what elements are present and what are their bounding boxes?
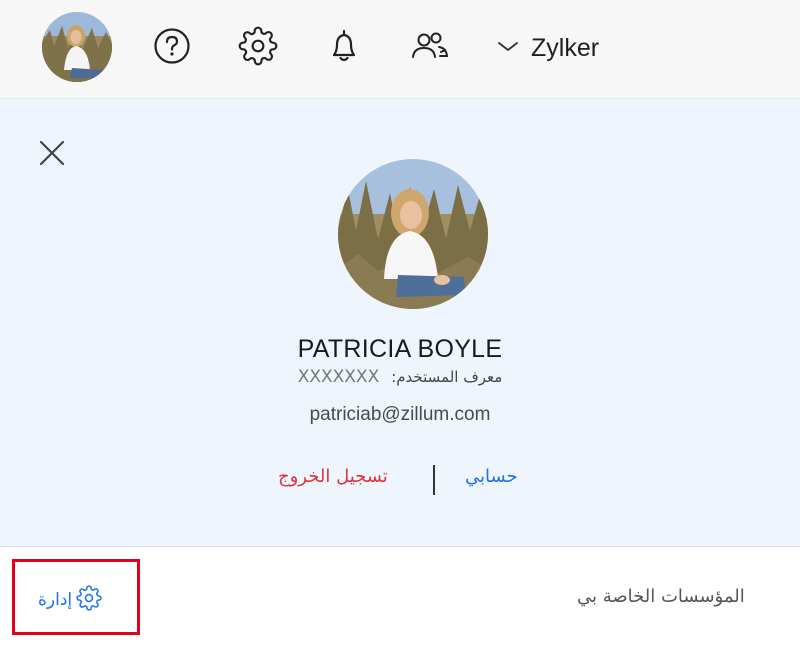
gear-icon[interactable] xyxy=(238,26,278,66)
user-id-row: XXXXXXX معرف المستخدم: xyxy=(0,367,800,387)
manage-label: إدارة xyxy=(38,590,73,610)
close-icon[interactable] xyxy=(36,137,68,169)
users-icon[interactable] xyxy=(410,26,450,66)
sign-out-link[interactable]: تسجيل الخروج xyxy=(278,466,388,487)
profile-panel: PATRICIA BOYLE XXXXXXX معرف المستخدم: pa… xyxy=(0,99,800,547)
user-name: PATRICIA BOYLE xyxy=(297,335,503,363)
user-email: patriciab@zillum.com xyxy=(309,404,491,425)
help-icon[interactable] xyxy=(152,26,192,66)
org-name: Zylker xyxy=(531,33,600,62)
top-bar: Zylker xyxy=(0,0,800,99)
link-divider xyxy=(433,465,435,495)
user-avatar[interactable] xyxy=(42,12,112,82)
profile-photo xyxy=(338,159,488,309)
chevron-down-icon xyxy=(497,39,519,58)
gear-icon xyxy=(76,585,102,615)
my-organizations-label: المؤسسات الخاصة بي xyxy=(577,586,745,607)
user-id-label: معرف المستخدم: xyxy=(391,368,503,386)
my-account-link[interactable]: حسابي xyxy=(465,466,518,487)
bell-icon[interactable] xyxy=(324,26,364,66)
org-switcher[interactable]: Zylker xyxy=(497,30,599,66)
manage-button[interactable]: إدارة xyxy=(38,585,102,615)
user-id-value: XXXXXXX xyxy=(297,367,380,387)
